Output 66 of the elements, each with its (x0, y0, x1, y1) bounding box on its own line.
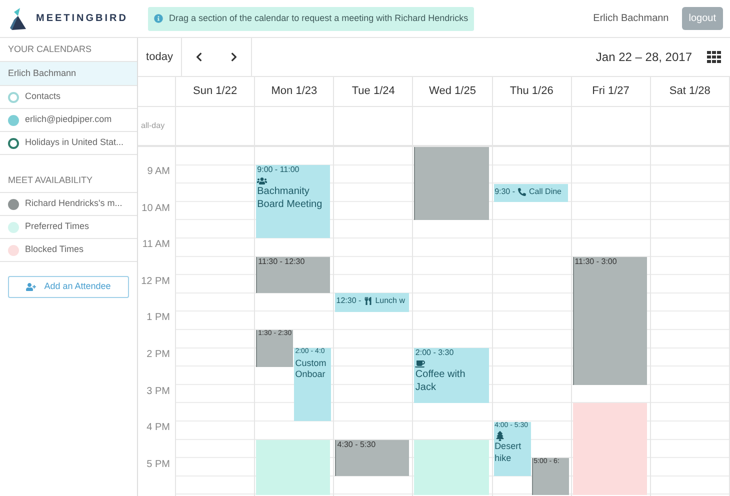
event-title: Lunch w (375, 296, 405, 306)
hour-label: 5 PM (146, 460, 170, 472)
add-user-icon (26, 282, 36, 292)
date-range: Jan 22 – 28, 2017 (596, 49, 692, 66)
day-header: Mon 1/23 (271, 84, 318, 100)
busy-block[interactable] (414, 147, 489, 220)
busy-block[interactable]: 11:30 - 3:00 (572, 256, 647, 385)
utensils-icon (364, 297, 372, 306)
calendar-item[interactable]: Contacts (0, 86, 137, 109)
day-header: Sat 1/28 (669, 84, 710, 100)
calendar-item[interactable]: erlich@piedpiper.com (0, 109, 137, 132)
banner-text: Drag a section of the calendar to request a meeting with Richard Hendricks (169, 12, 468, 25)
calendar-event[interactable]: 9:30 - Call Dine (494, 184, 568, 202)
calendar-item[interactable]: Holidays in United Stat... (0, 132, 137, 155)
hour-label: 12 PM (141, 276, 170, 289)
preferred-time-block[interactable] (414, 440, 489, 495)
day-column[interactable]: 2:00 - 3:30 Coffee with Jack (413, 147, 492, 496)
event-time: 2:00 - 3:30 (415, 348, 455, 358)
availability-item: Richard Hendricks's m... (0, 193, 137, 216)
availability-item: Blocked Times (0, 239, 137, 262)
today-button[interactable]: today (138, 38, 182, 76)
bird-logo-icon (10, 8, 28, 30)
event-time: 11:30 - 12:30 (258, 256, 306, 267)
busy-block[interactable]: 11:30 - 12:30 (256, 256, 330, 294)
chevron-right-icon (228, 52, 239, 62)
hour-label: 2 PM (146, 350, 170, 362)
preferred-time-block[interactable] (256, 440, 330, 495)
tree-icon (494, 431, 505, 442)
user-name: Erlich Bachmann (593, 12, 669, 26)
event-title: Bachmanity Board Meeting (257, 186, 324, 212)
event-time: 9:00 - 11:00 (257, 165, 300, 176)
group-icon (257, 176, 268, 186)
event-time: 9:30 - (494, 186, 516, 197)
coffee-cup-icon (415, 359, 426, 370)
logo-wordmark: MEETINGBIRD (36, 12, 128, 26)
day-header: Wed 1/25 (429, 84, 476, 100)
calendar-event[interactable]: 2:00 - 3:30 Coffee with Jack (414, 348, 489, 404)
grid-view-icon[interactable] (707, 51, 721, 63)
event-time: 12:30 - (336, 296, 362, 306)
info-icon (154, 14, 163, 23)
hour-label: 11 AM (142, 240, 170, 252)
availability-item: Preferred Times (0, 216, 137, 239)
calendar-event[interactable]: 9:00 - 11:00 Bachmanity Board Meeting (256, 165, 330, 238)
blocked-time-block[interactable] (572, 403, 647, 495)
event-title: Custom Onboar (295, 358, 328, 381)
hour-label: 3 PM (146, 386, 170, 399)
calendar-event[interactable]: 12:30 - Lunch w (335, 293, 410, 312)
day-header: Fri 1/27 (592, 84, 630, 100)
event-time: 11:30 - 3:00 (574, 256, 618, 267)
day-header: Sun 1/22 (193, 84, 238, 100)
phone-icon (518, 188, 526, 196)
event-title: Call Dine (529, 186, 562, 197)
day-header: Tue 1/24 (352, 84, 395, 100)
calendar-owner-row[interactable]: Erlich Bachmann (0, 62, 137, 86)
all-day-label: all-day (140, 120, 165, 132)
day-header: Thu 1/26 (510, 84, 554, 100)
hour-label: 4 PM (146, 423, 170, 436)
busy-block[interactable]: 4:30 - 5:30 (335, 440, 410, 476)
chevron-left-icon (194, 52, 204, 62)
hour-label: 10 AM (142, 204, 170, 216)
hour-label: 9 AM (147, 167, 170, 179)
event-time: 4:30 - 5:30 (337, 440, 377, 450)
hour-label: 1 PM (146, 313, 170, 326)
event-title: Coffee with Jack (415, 369, 466, 394)
event-title: Desert hike (494, 441, 522, 464)
section-heading: MEET AVAILABILITY (0, 169, 137, 193)
